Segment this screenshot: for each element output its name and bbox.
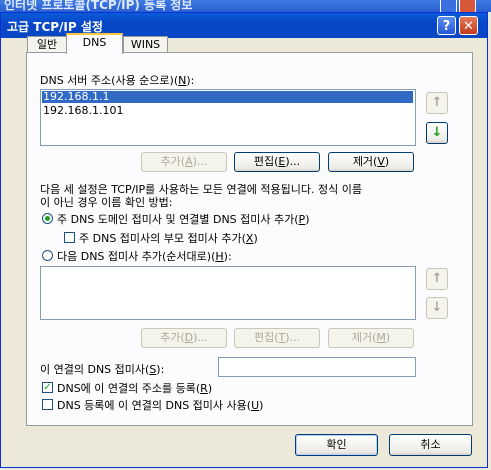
dns-server-up-button[interactable]: ↑ (426, 92, 448, 114)
suffix-add-button[interactable]: 추가(D)... (141, 328, 227, 348)
background-help-button[interactable] (440, 0, 457, 12)
help-icon: ? (442, 19, 451, 34)
arrow-up-icon: ↑ (431, 95, 443, 110)
background-close-button[interactable] (459, 0, 476, 12)
suffix-up-button[interactable]: ↑ (426, 268, 448, 290)
suffix-edit-button[interactable]: 편집(T)... (234, 328, 320, 348)
dns-servers-label: DNS 서버 주소(사용 순으로)(N): (40, 74, 195, 87)
help-button[interactable]: ? (437, 16, 456, 35)
background-window-title: 인터넷 프로토콜(TCP/IP) 등록 정보 (4, 0, 193, 12)
tab-wins-label: WINS (130, 38, 161, 51)
checkbox-register-address[interactable]: ✓ (42, 382, 53, 393)
dns-server-down-button[interactable]: ↓ (426, 122, 448, 144)
dns-server-list[interactable]: 192.168.1.1 192.168.1.101 (40, 89, 416, 146)
background-window-titlebar: 인터넷 프로토콜(TCP/IP) 등록 정보 (0, 0, 491, 12)
connection-suffix-input[interactable] (218, 357, 416, 377)
checkbox-register-address-label[interactable]: DNS에 이 연결의 주소를 등록(R) (57, 380, 212, 396)
radio-primary-suffix[interactable] (42, 213, 53, 224)
tab-wins[interactable]: WINS (123, 36, 168, 53)
close-icon: ✕ (463, 19, 474, 34)
cancel-button[interactable]: 취소 (389, 434, 472, 456)
tab-dns[interactable]: DNS (66, 33, 123, 54)
radio-ordered-suffix-label[interactable]: 다음 DNS 접미사 추가(순서대로)(H): (57, 248, 232, 264)
checkbox-use-suffix[interactable] (42, 399, 53, 410)
list-item[interactable]: 192.168.1.101 (43, 105, 123, 117)
close-button[interactable]: ✕ (459, 16, 478, 35)
checkbox-use-suffix-label[interactable]: DNS 등록에 이 연결의 DNS 접미사 사용(U) (57, 397, 263, 413)
arrow-down-icon: ↓ (431, 125, 443, 140)
radio-primary-suffix-label[interactable]: 주 DNS 도메인 접미사 및 연결별 DNS 접미사 추가(P) (57, 211, 309, 227)
tab-general[interactable]: 일반 (27, 36, 67, 53)
description-line-2: 이 아닌 경우 이름 확인 방법: (40, 196, 173, 209)
connection-suffix-label: 이 연결의 DNS 접미사(S): (40, 363, 165, 376)
tab-dns-label: DNS (82, 36, 107, 49)
arrow-up-icon: ↑ (431, 271, 443, 286)
tab-general-label: 일반 (36, 38, 58, 51)
checkbox-parent-suffix[interactable] (64, 232, 75, 243)
dns-suffix-list[interactable] (40, 266, 416, 320)
dns-add-button[interactable]: 추가(A)... (141, 152, 227, 172)
list-item[interactable]: 192.168.1.1 (42, 91, 413, 103)
arrow-down-icon: ↓ (431, 300, 443, 315)
radio-ordered-suffix[interactable] (42, 250, 53, 261)
dns-remove-button[interactable]: 제거(V) (328, 152, 414, 172)
ok-button[interactable]: 확인 (295, 434, 378, 456)
suffix-down-button[interactable]: ↓ (426, 297, 448, 319)
suffix-remove-button[interactable]: 제거(M) (328, 328, 414, 348)
dns-edit-button[interactable]: 편집(E)... (234, 152, 320, 172)
checkbox-parent-suffix-label[interactable]: 주 DNS 접미사의 부모 접미사 추가(X) (79, 230, 258, 246)
